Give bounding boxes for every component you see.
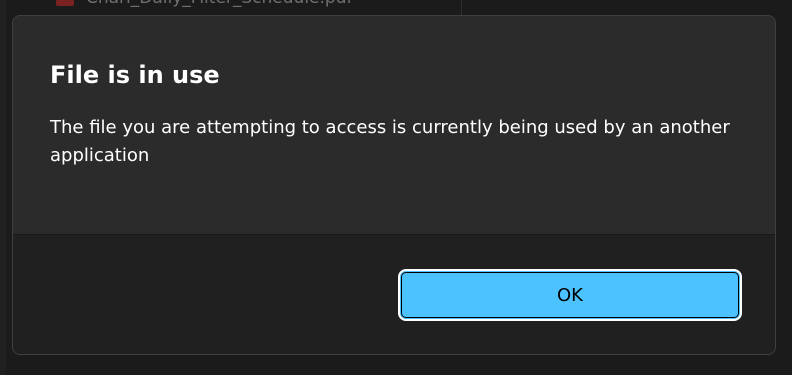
dialog-footer: OK: [13, 234, 775, 354]
background-file-row[interactable]: Charl_Daily_Filter_Schedule.pdf: [56, 0, 352, 8]
background-column-divider: [461, 0, 462, 16]
pdf-file-icon: [56, 0, 74, 6]
ok-button[interactable]: OK: [398, 269, 742, 321]
dialog-content: File is in use The file you are attempti…: [13, 16, 775, 234]
dialog-title: File is in use: [50, 61, 220, 89]
dialog-message: The file you are attempting to access is…: [50, 117, 730, 166]
background-scroll-edge: [0, 0, 6, 375]
background-file-name: Charl_Daily_Filter_Schedule.pdf: [86, 0, 352, 8]
file-in-use-dialog: File is in use The file you are attempti…: [12, 15, 776, 355]
